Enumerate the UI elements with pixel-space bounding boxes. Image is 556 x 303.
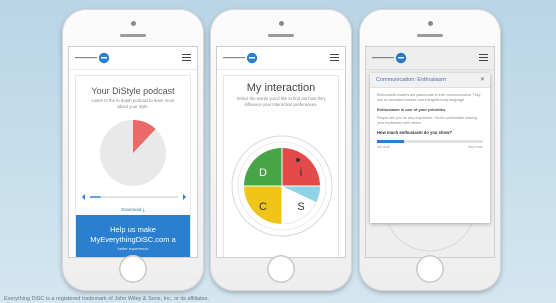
help-line3[interactable]: better experience [76, 246, 190, 251]
interaction-title: My interaction [246, 82, 316, 94]
slider-max-label: Very much [467, 145, 483, 149]
speaker-grille [268, 34, 294, 37]
interaction-card: My interaction Select the words you'd li… [223, 75, 339, 257]
menu-icon[interactable] [182, 54, 191, 61]
c-letter: C [259, 201, 267, 213]
i-letter: i [300, 165, 303, 179]
modal-header: Communication: Enthusiasm ✕ [370, 73, 490, 88]
help-banner[interactable]: Help us make MyEverythingDiSC.com a bett… [76, 215, 190, 257]
slider-fill [377, 140, 404, 143]
camera-icon [130, 21, 136, 26]
user-dot [296, 158, 300, 162]
modal-priority-statement: Enthusiasm is one of your priorities. [377, 107, 447, 112]
everything-disc-logo[interactable] [75, 52, 113, 64]
menu-icon[interactable] [330, 54, 339, 61]
site-header [217, 47, 345, 70]
forward-icon [183, 194, 186, 200]
home-button [416, 255, 444, 283]
rewind-icon [82, 194, 85, 200]
podcast-card: Your DiStyle podcast Listen to the in-de… [75, 75, 191, 257]
speaker-grille [120, 34, 146, 37]
camera-icon [278, 21, 284, 26]
interaction-subtitle: Select the words you'd like to find out … [236, 96, 326, 107]
d-letter: D [259, 167, 267, 179]
camera-icon [427, 21, 433, 26]
s-letter: S [297, 201, 304, 213]
help-line2[interactable]: MyEverythingDiSC.com a [76, 235, 190, 244]
trademark-caption: Everything DiSC is a registered trademar… [4, 296, 210, 302]
slider-min-label: Not at all [377, 145, 390, 149]
modal-paragraph-1: Enthusiastic leaders are passionate in t… [377, 93, 481, 102]
everything-disc-logo[interactable] [223, 52, 261, 64]
audio-player[interactable] [82, 193, 186, 201]
home-button [267, 255, 295, 283]
podcast-subtitle: Listen to the in-depth podcast to learn … [91, 98, 175, 109]
modal-title: Communication: Enthusiasm [376, 77, 447, 83]
podcast-title: Your DiStyle podcast [91, 86, 175, 96]
phone-mockup-interaction: My interaction Select the words you'd li… [210, 9, 352, 291]
enthusiasm-modal: Communication: Enthusiasm ✕ Enthusiastic… [370, 73, 490, 223]
phone-mockup-podcast: Your DiStyle podcast Listen to the in-de… [62, 9, 204, 291]
modal-question: How much enthusiasm do you show? [377, 130, 452, 135]
site-header [69, 47, 197, 70]
phone-mockup-enthusiasm: C S Communication: Enthusiasm ✕ Enthusia… [359, 9, 501, 291]
home-button [119, 255, 147, 283]
download-link[interactable]: Download ⤓ [76, 207, 190, 212]
modal-body: Enthusiastic leaders are passionate in t… [370, 88, 490, 154]
slider-labels: Not at all Very much [377, 145, 483, 149]
phone-screen: Your DiStyle podcast Listen to the in-de… [69, 47, 197, 257]
phone-screen: C S Communication: Enthusiasm ✕ Enthusia… [366, 47, 494, 257]
enthusiasm-slider[interactable] [377, 140, 483, 143]
podcast-progress-pie [100, 120, 166, 186]
modal-paragraph-2: People see you as very expressive. You'r… [377, 116, 477, 125]
help-line1[interactable]: Help us make [76, 215, 190, 234]
disc-wheel[interactable]: D i C S [230, 134, 334, 238]
phone-screen: My interaction Select the words you'd li… [217, 47, 345, 257]
download-icon[interactable]: ⤓ [143, 207, 145, 212]
download-label[interactable]: Download [121, 207, 141, 212]
close-icon[interactable]: ✕ [480, 76, 485, 83]
speaker-grille [417, 34, 443, 37]
